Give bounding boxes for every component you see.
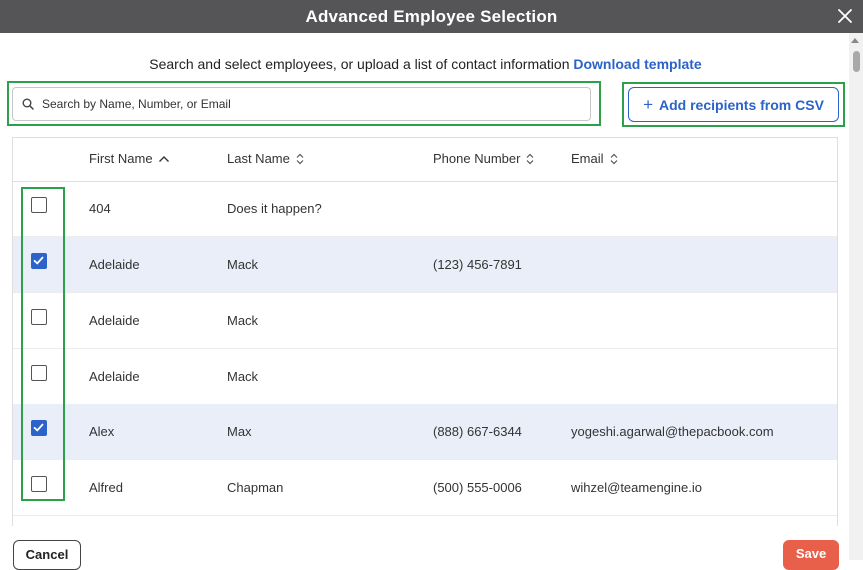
save-button[interactable]: Save: [783, 540, 839, 570]
cell-last-name: Chapman: [227, 480, 284, 495]
table-row[interactable]: Adelaide Mack: [13, 349, 837, 405]
cell-email: wihzel@teamengine.io: [571, 480, 702, 495]
search-field[interactable]: [12, 87, 591, 121]
cancel-button[interactable]: Cancel: [13, 540, 81, 570]
cell-first-name: Alex: [89, 424, 115, 439]
table-row[interactable]: Adelaide Mack: [13, 293, 837, 349]
cell-last-name: Mack: [227, 313, 259, 328]
cell-first-name: Adelaide: [89, 313, 140, 328]
cell-first-name: Adelaide: [89, 369, 140, 384]
sort-unsorted-icon: [295, 153, 305, 165]
dialog-footer: [0, 526, 849, 560]
column-label: First Name: [89, 151, 153, 166]
cell-first-name: Adelaide: [89, 257, 140, 272]
column-header-first-name[interactable]: First Name: [89, 151, 170, 166]
table-row[interactable]: 404 Does it happen?: [13, 181, 837, 237]
column-header-email[interactable]: Email: [571, 151, 619, 166]
scroll-up-arrow-icon[interactable]: [851, 38, 859, 43]
cell-last-name: Does it happen?: [227, 201, 322, 216]
sort-ascending-icon: [158, 155, 170, 163]
cell-last-name: Mack: [227, 257, 259, 272]
scrollbar-thumb[interactable]: [853, 51, 860, 72]
cell-phone: (500) 555-0006: [433, 480, 522, 495]
column-label: Last Name: [227, 151, 290, 166]
employee-table: First Name Last Name Phone Number Email: [12, 137, 838, 526]
cell-last-name: Mack: [227, 369, 259, 384]
add-recipients-csv-label: Add recipients from CSV: [659, 96, 824, 113]
search-input[interactable]: [40, 96, 584, 112]
cell-first-name: 404: [89, 201, 111, 216]
cell-last-name: Max: [227, 424, 252, 439]
column-header-last-name[interactable]: Last Name: [227, 151, 305, 166]
column-label: Email: [571, 151, 604, 166]
table-row[interactable]: Alfred Chapman (500) 555-0006 wihzel@tea…: [13, 460, 837, 516]
cell-phone: (888) 667-6344: [433, 424, 522, 439]
sort-unsorted-icon: [609, 153, 619, 165]
intro-line: Search and select employees, or upload a…: [0, 56, 851, 72]
close-icon: [838, 9, 852, 23]
table-row[interactable]: Alex Max (888) 667-6344 yogeshi.agarwal@…: [13, 404, 837, 460]
download-template-link[interactable]: Download template: [573, 56, 701, 72]
table-header: First Name Last Name Phone Number Email: [13, 138, 837, 182]
intro-text: Search and select employees, or upload a…: [149, 56, 570, 72]
add-recipients-csv-button[interactable]: + Add recipients from CSV: [628, 87, 839, 122]
sort-unsorted-icon: [525, 153, 535, 165]
vertical-scrollbar[interactable]: [849, 33, 863, 560]
cell-first-name: Alfred: [89, 480, 123, 495]
plus-icon: +: [643, 94, 653, 114]
table-row[interactable]: Adelaide Mack (123) 456-7891: [13, 237, 837, 293]
column-label: Phone Number: [433, 151, 521, 166]
cell-phone: (123) 456-7891: [433, 257, 522, 272]
close-button[interactable]: [835, 6, 855, 26]
checkbox-column-highlight-frame: [21, 187, 65, 501]
column-header-phone-number[interactable]: Phone Number: [433, 151, 535, 166]
dialog-title: Advanced Employee Selection: [305, 6, 558, 26]
dialog-title-bar: Advanced Employee Selection: [0, 0, 863, 33]
cell-email: yogeshi.agarwal@thepacbook.com: [571, 424, 774, 439]
search-icon: [22, 98, 34, 110]
